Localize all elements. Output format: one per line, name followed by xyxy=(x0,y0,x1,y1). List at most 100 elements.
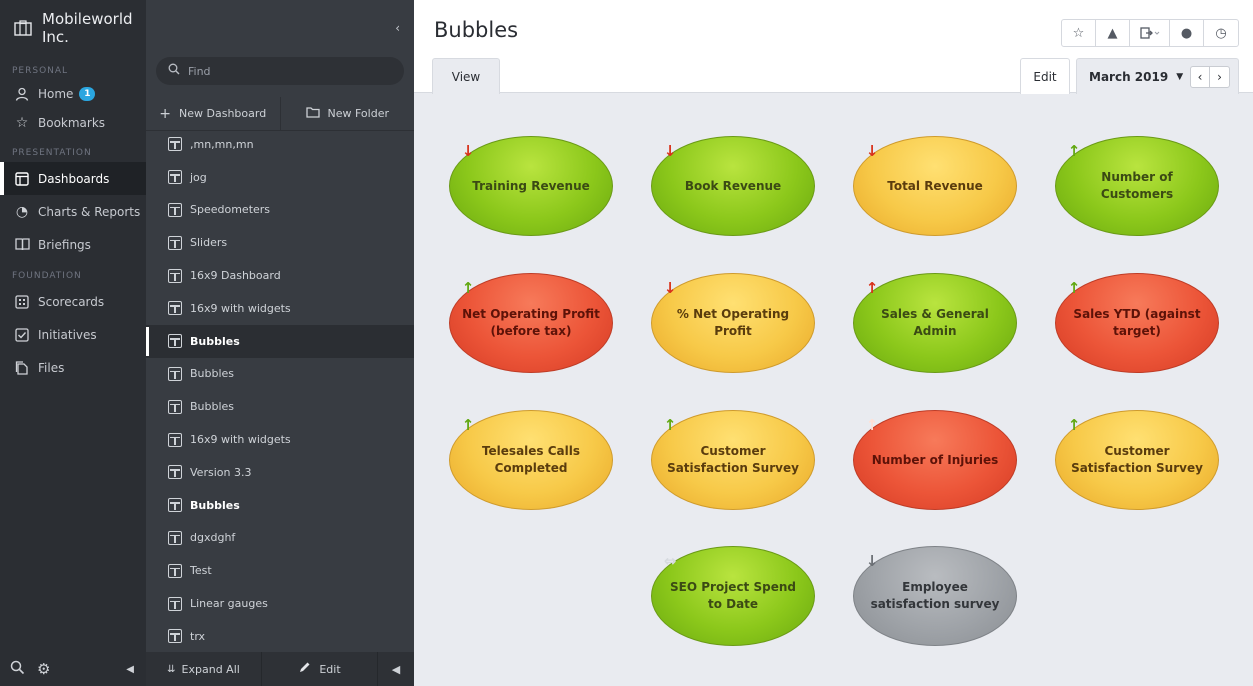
gear-icon[interactable]: ⚙ xyxy=(37,660,50,678)
bubble-label: Number of Customers xyxy=(1100,170,1174,201)
list-item-label: Bubbles xyxy=(190,498,240,512)
list-footer: ⇊ Expand All Edit ◀ xyxy=(146,652,414,686)
arrow-down-icon: ↓ xyxy=(663,141,677,160)
bubble-pct-net-operating-profit[interactable]: ↓ % Net Operating Profit xyxy=(651,273,815,373)
section-foundation: FOUNDATION xyxy=(12,271,82,281)
list-item[interactable]: ,mn,mn,mn xyxy=(146,128,414,161)
nav-item-bookmarks[interactable]: ☆ Bookmarks xyxy=(0,108,146,138)
list-item-label: trx xyxy=(190,629,206,643)
list-item[interactable]: Bubbles xyxy=(146,390,414,423)
list-item[interactable]: Version 3.3 xyxy=(146,456,414,489)
list-item-label: Bubbles xyxy=(190,400,235,414)
bubble-net-operating-profit[interactable]: ↑ Net Operating Profit (before tax) xyxy=(449,273,613,373)
bubble-label: Total Revenue xyxy=(887,178,983,193)
list-item[interactable]: Sliders xyxy=(146,226,414,259)
list-item-selected[interactable]: Bubbles xyxy=(146,324,414,358)
nav-item-home[interactable]: Home 1 xyxy=(0,80,146,108)
bubble-number-of-customers[interactable]: ↑ Number of Customers xyxy=(1055,136,1219,236)
arrow-up-icon: ↑ xyxy=(865,415,879,434)
dashboard-icon xyxy=(168,530,182,545)
section-presentation: PRESENTATION xyxy=(12,148,92,158)
nav-item-briefings[interactable]: Briefings xyxy=(0,228,146,261)
find-input[interactable]: Find xyxy=(156,57,404,85)
chevron-left-icon[interactable]: ‹ xyxy=(395,21,400,35)
list-item[interactable]: trx xyxy=(146,620,414,653)
dashboard-icon xyxy=(168,268,182,283)
nav-item-label: Scorecards xyxy=(38,294,105,309)
nav-item-charts-reports[interactable]: ◔ Charts & Reports xyxy=(0,195,146,228)
warning-icon[interactable]: ▲ xyxy=(1096,20,1130,46)
bubble-label: Net Operating Profit (before tax) xyxy=(462,307,600,338)
clock-icon[interactable]: ◷ xyxy=(1204,20,1238,46)
dashboard-icon xyxy=(168,432,182,447)
edit-list-button[interactable]: Edit xyxy=(262,652,378,686)
nav-item-initiatives[interactable]: Initiatives xyxy=(0,318,146,351)
bubble-number-of-injuries[interactable]: ↑ Number of Injuries xyxy=(853,410,1017,510)
expand-icon: ⇊ xyxy=(167,663,176,675)
list-actions: + New Dashboard New Folder xyxy=(146,97,414,131)
dashboard-icon xyxy=(168,596,182,611)
bubble-total-revenue[interactable]: ↓ Total Revenue xyxy=(853,136,1017,236)
export-icon[interactable] xyxy=(1130,20,1170,46)
arrow-up-icon: ↑ xyxy=(1067,278,1081,297)
nav-item-label: Home xyxy=(38,87,74,101)
list-item-label: Bubbles xyxy=(190,367,235,381)
prev-period-icon[interactable]: ‹ xyxy=(1191,67,1210,87)
list-item-label: 16x9 Dashboard xyxy=(190,269,281,283)
page-header: Bubbles ☆ ▲ ● ◷ View Edit March 2019 ▼ ‹… xyxy=(414,0,1253,94)
dashboard-icon xyxy=(168,235,182,250)
bubble-employee-satisfaction[interactable]: ↓ Employee satisfaction survey xyxy=(853,546,1017,646)
dashboard-icon xyxy=(168,498,182,513)
list-item[interactable]: Speedometers xyxy=(146,194,414,227)
bubble-book-revenue[interactable]: ↓ Book Revenue xyxy=(651,136,815,236)
list-item[interactable]: 16x9 with widgets xyxy=(146,292,414,325)
list-item[interactable]: dgxdghf xyxy=(146,522,414,555)
bubble-customer-satisfaction-1[interactable]: ↑ Customer Satisfaction Survey xyxy=(651,410,815,510)
arrow-up-icon: ↑ xyxy=(1067,415,1081,434)
primary-nav: Mobileworld Inc. PERSONAL Home 1 ☆ Bookm… xyxy=(0,0,146,686)
list-item[interactable]: Test xyxy=(146,554,414,587)
collapse-nav-icon[interactable]: ◀ xyxy=(126,664,134,675)
list-item[interactable]: Bubbles xyxy=(146,358,414,391)
bubble-label: Training Revenue xyxy=(472,178,590,193)
bubble-training-revenue[interactable]: ↓ Training Revenue xyxy=(449,136,613,236)
next-period-icon[interactable]: › xyxy=(1210,67,1229,87)
nav-item-label: Briefings xyxy=(38,237,91,252)
list-item[interactable]: Bubbles xyxy=(146,489,414,522)
list-item[interactable]: Linear gauges xyxy=(146,587,414,620)
plus-icon: + xyxy=(159,105,172,122)
bubble-sales-ytd[interactable]: ↑ Sales YTD (against target) xyxy=(1055,273,1219,373)
bubble-sales-general-admin[interactable]: ↑ Sales & General Admin xyxy=(853,273,1017,373)
bubble-customer-satisfaction-2[interactable]: ↑ Customer Satisfaction Survey xyxy=(1055,410,1219,510)
new-folder-button[interactable]: New Folder xyxy=(281,97,415,130)
expand-all-button[interactable]: ⇊ Expand All xyxy=(146,652,262,686)
new-dashboard-button[interactable]: + New Dashboard xyxy=(146,97,280,130)
date-selector[interactable]: March 2019 ▼ ‹ › xyxy=(1076,58,1239,94)
bubble-seo-project-spend[interactable]: ⇔ SEO Project Spend to Date xyxy=(651,546,815,646)
bubble-telesales-calls[interactable]: ↑ Telesales Calls Completed xyxy=(449,410,613,510)
org-name: Mobileworld Inc. xyxy=(42,10,133,46)
list-item[interactable]: jog xyxy=(146,161,414,194)
list-item-label: Speedometers xyxy=(190,203,271,217)
search-icon[interactable] xyxy=(10,660,25,679)
nav-item-scorecards[interactable]: Scorecards xyxy=(0,285,146,318)
bubble-label: Customer Satisfaction Survey xyxy=(667,444,799,475)
tab-view[interactable]: View xyxy=(432,58,500,94)
list-item[interactable]: 16x9 with widgets xyxy=(146,423,414,456)
expand-all-label: Expand All xyxy=(181,662,240,676)
nav-item-label: Bookmarks xyxy=(38,116,106,130)
nav-item-dashboards[interactable]: Dashboards xyxy=(0,162,146,195)
new-dashboard-label: New Dashboard xyxy=(179,107,267,120)
bookmark-star-icon[interactable]: ☆ xyxy=(1062,20,1096,46)
org-switcher[interactable]: Mobileworld Inc. xyxy=(0,0,146,56)
collapse-panel-icon[interactable]: ◀ xyxy=(378,663,414,676)
list-item-label: Sliders xyxy=(190,236,228,250)
info-icon[interactable]: ● xyxy=(1170,20,1204,46)
nav-item-label: Charts & Reports xyxy=(38,204,141,219)
edit-button[interactable]: Edit xyxy=(1020,58,1070,94)
nav-footer: ⚙ ◀ xyxy=(0,652,146,686)
nav-item-files[interactable]: Files xyxy=(0,351,146,384)
list-item[interactable]: 16x9 Dashboard xyxy=(146,259,414,292)
header-toolbar: ☆ ▲ ● ◷ xyxy=(1061,19,1239,47)
list-item-label: Bubbles xyxy=(190,334,240,348)
